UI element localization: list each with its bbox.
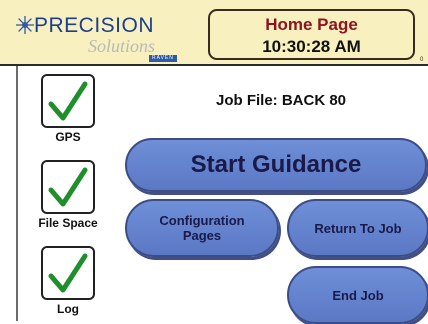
- precision-solutions-logo: PRECISION Solutions RAVEN: [12, 10, 187, 62]
- configuration-pages-button[interactable]: Configuration Pages: [125, 199, 279, 257]
- return-to-job-label: Return To Job: [314, 220, 402, 236]
- clock-time: 10:30:28 AM: [262, 37, 361, 56]
- checkmark-icon: [48, 253, 88, 293]
- status-item-log: Log: [28, 246, 108, 316]
- checkmark-icon: [48, 167, 88, 207]
- end-job-label: End Job: [332, 287, 384, 303]
- configuration-label-line1: Configuration: [159, 213, 245, 228]
- status-label-log: Log: [57, 302, 79, 316]
- status-label-file-space: File Space: [38, 216, 98, 230]
- status-sidebar: GPS File Space Log: [0, 66, 110, 321]
- logo-badge: RAVEN: [149, 55, 177, 62]
- end-job-button[interactable]: End Job: [287, 266, 428, 324]
- corner-mark: 0: [420, 57, 424, 63]
- start-guidance-button[interactable]: Start Guidance: [125, 138, 427, 192]
- star-icon: [16, 16, 34, 34]
- logo-subtitle: Solutions: [88, 36, 156, 56]
- configuration-pages-label: Configuration Pages: [159, 213, 244, 243]
- return-to-job-button[interactable]: Return To Job: [287, 199, 428, 257]
- job-file-label: Job File: BACK 80: [216, 92, 347, 109]
- file-space-status-indicator: [41, 160, 95, 214]
- header-bar: PRECISION Solutions RAVEN Home Page 10:3…: [0, 0, 428, 66]
- start-guidance-label: Start Guidance: [190, 151, 362, 178]
- status-item-gps: GPS: [28, 74, 108, 144]
- configuration-label-line2: Pages: [182, 228, 222, 243]
- status-label-gps: GPS: [55, 130, 81, 144]
- page-title: Home Page: [265, 15, 358, 34]
- status-item-file-space: File Space: [28, 160, 108, 230]
- gps-status-indicator: [41, 74, 95, 128]
- page-status-box: Home Page 10:30:28 AM: [208, 9, 415, 60]
- logo-title: PRECISION: [34, 14, 155, 37]
- checkmark-icon: [48, 81, 88, 121]
- log-status-indicator: [41, 246, 95, 300]
